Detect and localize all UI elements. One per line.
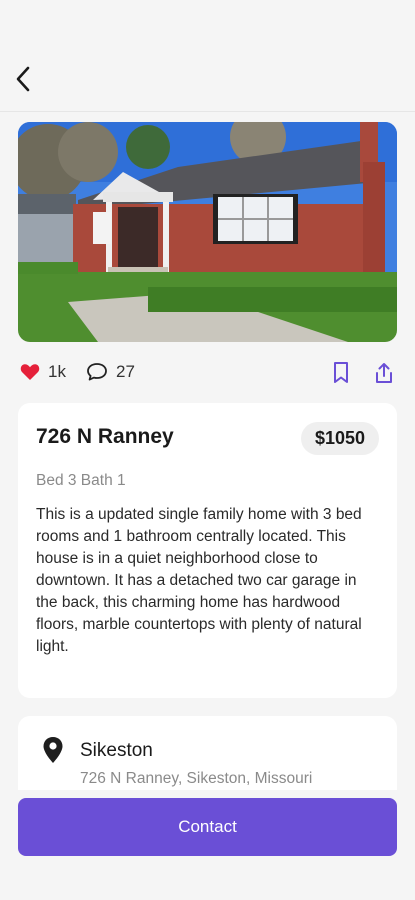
location-pin-icon [43, 737, 63, 763]
back-button[interactable] [8, 62, 38, 96]
like-count: 1k [48, 362, 66, 381]
location-city: Sikeston [80, 740, 153, 761]
listing-details-card: 726 N Ranney $1050 Bed 3 Bath 1 This is … [18, 403, 397, 698]
engagement-bar: 1k 27 [18, 358, 397, 390]
contact-button[interactable]: Contact [18, 798, 397, 856]
house-image [18, 122, 397, 342]
comment-icon [87, 363, 107, 381]
comment-count: 27 [116, 362, 135, 381]
share-icon [376, 363, 392, 383]
bookmark-icon [334, 362, 348, 383]
listing-title: 726 N Ranney [36, 425, 174, 448]
location-address: 726 N Ranney, Sikeston, Missouri [80, 770, 313, 787]
top-bar [0, 0, 415, 112]
listing-description: This is a updated single family home wit… [36, 506, 362, 655]
share-button[interactable] [373, 361, 395, 385]
like-button[interactable]: 1k [20, 362, 66, 382]
price-badge: $1050 [300, 422, 379, 455]
bookmark-button[interactable] [330, 361, 352, 385]
comment-button[interactable]: 27 [86, 362, 135, 382]
heart-icon [20, 364, 40, 380]
listing-detail-screen: 1k 27 726 N Ranney $1050 Bed 3 Bath 1 Th… [0, 0, 415, 900]
property-photo[interactable] [18, 122, 397, 342]
back-arrow-icon [16, 66, 30, 92]
listing-specs: Bed 3 Bath 1 [36, 472, 126, 489]
